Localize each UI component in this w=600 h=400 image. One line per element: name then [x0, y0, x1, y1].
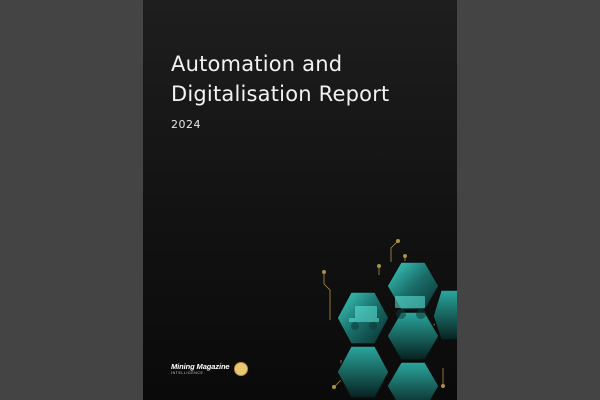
hex-tile-center [386, 311, 440, 361]
publisher-logo: Mining Magazine INTELLIGENCE [171, 362, 248, 376]
hexagon-mining-artwork [321, 238, 457, 400]
hexagon-tiles [336, 261, 457, 400]
publisher-subtitle: INTELLIGENCE [171, 370, 204, 375]
report-cover: Automation and Digitalisation Report 202… [143, 0, 457, 400]
hex-tile-bottom [386, 361, 440, 400]
hex-tile-bottom-left [336, 345, 390, 399]
publisher-name: Mining Magazine [171, 361, 230, 371]
anniversary-badge-icon [233, 362, 248, 376]
